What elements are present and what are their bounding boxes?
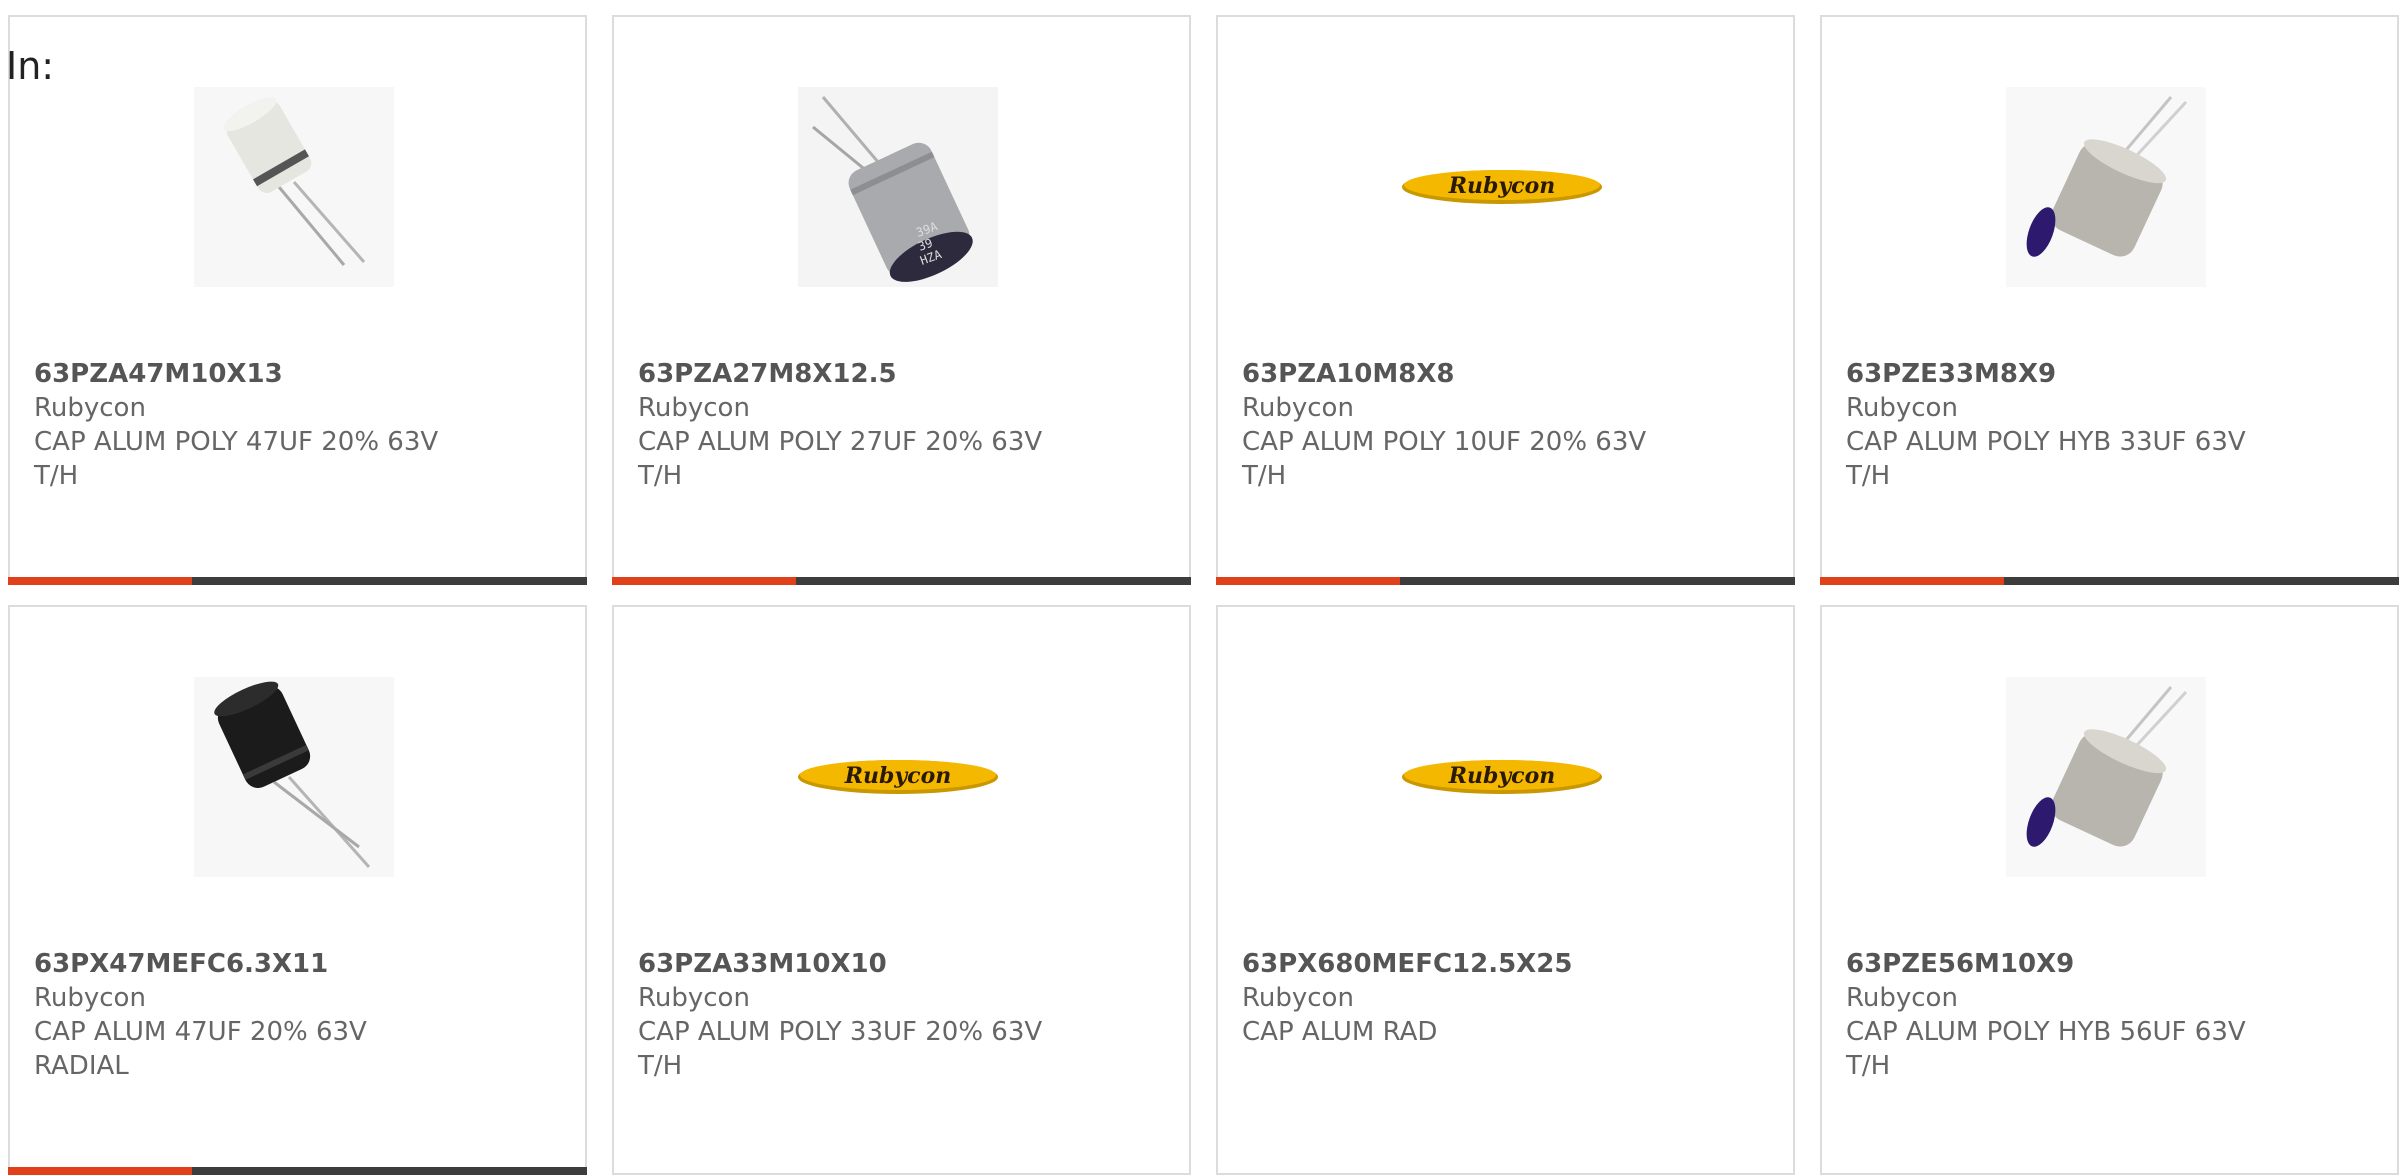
svg-text:Rubycon: Rubycon bbox=[1448, 763, 1556, 789]
capacitor-silver-icon: 39A 39 HZA bbox=[798, 87, 998, 287]
capacitor-purple-icon bbox=[2006, 677, 2206, 877]
description-line2: T/H bbox=[638, 1051, 683, 1081]
manufacturer: Rubycon bbox=[1242, 393, 1354, 423]
product-card[interactable]: 63PZA47M10X13 Rubycon CAP ALUM POLY 47UF… bbox=[8, 15, 587, 585]
capacitor-purple-icon bbox=[2006, 87, 2206, 287]
card-bar-accent bbox=[1820, 577, 2004, 585]
product-image[interactable] bbox=[194, 87, 394, 287]
svg-text:Rubycon: Rubycon bbox=[1448, 173, 1556, 199]
rubycon-logo: Rubycon bbox=[1402, 760, 1602, 794]
manufacturer: Rubycon bbox=[638, 393, 750, 423]
part-number-link[interactable]: 63PZA33M10X10 bbox=[638, 947, 1169, 981]
product-card[interactable]: Rubycon 63PX680MEFC12.5X25 Rubycon CAP A… bbox=[1216, 605, 1795, 1175]
description-line2: RADIAL bbox=[34, 1051, 129, 1081]
product-image[interactable] bbox=[194, 677, 394, 877]
description-line2: T/H bbox=[34, 461, 79, 491]
product-image[interactable]: Rubycon bbox=[798, 677, 998, 877]
product-image[interactable]: Rubycon bbox=[1402, 87, 1602, 287]
product-image[interactable] bbox=[2006, 87, 2206, 287]
description: CAP ALUM RAD bbox=[1242, 1017, 1438, 1047]
description: CAP ALUM 47UF 20% 63V bbox=[34, 1017, 367, 1047]
part-number-link[interactable]: 63PZE56M10X9 bbox=[1846, 947, 2377, 981]
description-line2: T/H bbox=[1846, 461, 1891, 491]
product-card[interactable]: Rubycon 63PZA33M10X10 Rubycon CAP ALUM P… bbox=[612, 605, 1191, 1175]
product-image[interactable]: 39A 39 HZA bbox=[798, 87, 998, 287]
rubycon-logo: Rubycon bbox=[1402, 170, 1602, 204]
description: CAP ALUM POLY 47UF 20% 63V bbox=[34, 427, 439, 457]
part-number-link[interactable]: 63PZA27M8X12.5 bbox=[638, 357, 1169, 391]
product-image[interactable] bbox=[2006, 677, 2206, 877]
product-card[interactable]: 63PZE33M8X9 Rubycon CAP ALUM POLY HYB 33… bbox=[1820, 15, 2399, 585]
description: CAP ALUM POLY HYB 33UF 63V bbox=[1846, 427, 2246, 457]
card-bar-accent bbox=[612, 577, 796, 585]
part-number-link[interactable]: 63PX680MEFC12.5X25 bbox=[1242, 947, 1773, 981]
product-card[interactable]: 39A 39 HZA 63PZA27M8X12.5 Rubycon CAP AL… bbox=[612, 15, 1191, 585]
card-bar bbox=[8, 1167, 587, 1175]
description-line2: T/H bbox=[638, 461, 683, 491]
description: CAP ALUM POLY 27UF 20% 63V bbox=[638, 427, 1043, 457]
description: CAP ALUM POLY 33UF 20% 63V bbox=[638, 1017, 1043, 1047]
description: CAP ALUM POLY HYB 56UF 63V bbox=[1846, 1017, 2246, 1047]
capacitor-white-icon bbox=[194, 87, 394, 287]
card-bar-accent bbox=[8, 577, 192, 585]
in-label: In: bbox=[6, 44, 55, 88]
card-bar-accent bbox=[8, 1167, 192, 1175]
card-bar bbox=[1820, 577, 2399, 585]
part-number-link[interactable]: 63PZA47M10X13 bbox=[34, 357, 565, 391]
product-grid: 63PZA47M10X13 Rubycon CAP ALUM POLY 47UF… bbox=[8, 15, 2399, 1175]
product-card[interactable]: Rubycon 63PZA10M8X8 Rubycon CAP ALUM POL… bbox=[1216, 15, 1795, 585]
description-line2: T/H bbox=[1242, 461, 1287, 491]
rubycon-logo: Rubycon bbox=[798, 760, 998, 794]
description: CAP ALUM POLY 10UF 20% 63V bbox=[1242, 427, 1647, 457]
capacitor-black-icon bbox=[194, 677, 394, 877]
part-number-link[interactable]: 63PX47MEFC6.3X11 bbox=[34, 947, 565, 981]
manufacturer: Rubycon bbox=[1242, 983, 1354, 1013]
manufacturer: Rubycon bbox=[638, 983, 750, 1013]
manufacturer: Rubycon bbox=[1846, 983, 1958, 1013]
description-line2: T/H bbox=[1846, 1051, 1891, 1081]
svg-text:Rubycon: Rubycon bbox=[844, 763, 952, 789]
manufacturer: Rubycon bbox=[1846, 393, 1958, 423]
product-image[interactable]: Rubycon bbox=[1402, 677, 1602, 877]
part-number-link[interactable]: 63PZA10M8X8 bbox=[1242, 357, 1773, 391]
part-number-link[interactable]: 63PZE33M8X9 bbox=[1846, 357, 2377, 391]
card-bar bbox=[1216, 577, 1795, 585]
manufacturer: Rubycon bbox=[34, 393, 146, 423]
manufacturer: Rubycon bbox=[34, 983, 146, 1013]
card-bar bbox=[8, 577, 587, 585]
card-bar bbox=[612, 577, 1191, 585]
product-card[interactable]: 63PX47MEFC6.3X11 Rubycon CAP ALUM 47UF 2… bbox=[8, 605, 587, 1175]
product-card[interactable]: 63PZE56M10X9 Rubycon CAP ALUM POLY HYB 5… bbox=[1820, 605, 2399, 1175]
card-bar-accent bbox=[1216, 577, 1400, 585]
